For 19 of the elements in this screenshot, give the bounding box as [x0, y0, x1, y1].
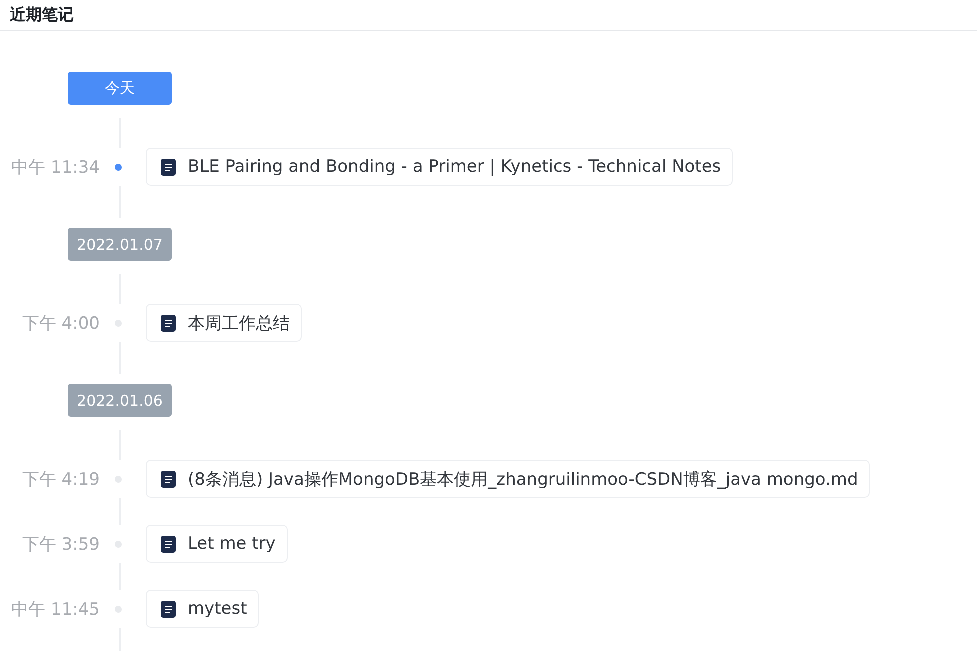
- date-label: 2022.01.07: [68, 228, 172, 261]
- note-card[interactable]: Let me try: [146, 525, 288, 563]
- document-icon: [161, 158, 176, 176]
- note-time: 中午 11:34: [10, 156, 100, 178]
- note-time: 下午 4:00: [21, 312, 100, 334]
- document-icon: [161, 536, 176, 552]
- note-card[interactable]: 本周工作总结: [146, 304, 302, 342]
- note-time: 下午 3:59: [21, 534, 100, 556]
- document-icon: [161, 600, 176, 618]
- document-icon: [161, 314, 176, 332]
- note-time: 下午 4:19: [21, 468, 100, 490]
- note-card[interactable]: (8条消息) Java操作MongoDB基本使用_zhangruilinmoo-CSDN博客_java mongo.md: [146, 460, 870, 498]
- date-label: 2022.01.06: [68, 384, 172, 417]
- page-title: 近期笔记: [10, 4, 74, 26]
- note-card[interactable]: mytest: [146, 590, 260, 628]
- date-label: 今天: [68, 72, 172, 105]
- note-time: 中午 11:45: [10, 598, 100, 620]
- note-card[interactable]: BLE Pairing and Bonding - a Primer | Kynetics - Technical Notes: [146, 148, 734, 186]
- document-icon: [161, 470, 176, 488]
